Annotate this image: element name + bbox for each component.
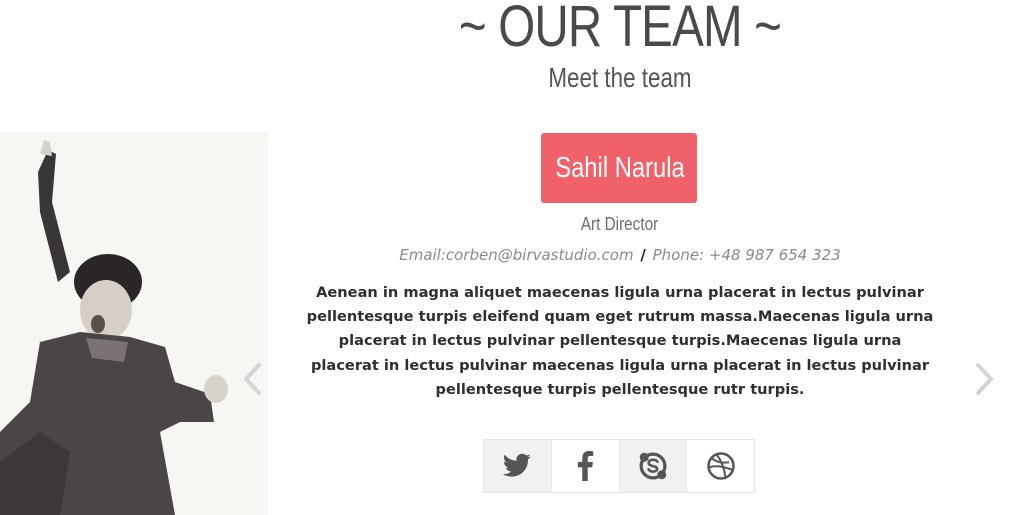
twitter-button[interactable] [484,440,552,492]
twitter-icon [503,453,532,477]
member-email[interactable]: Email:corben@birvastudio.com [399,246,633,264]
member-role-text: Art Director [581,214,659,234]
contact-separator: / [640,246,646,264]
section-title: ~ OUR TEAM ~ [458,0,782,59]
carousel-prev-button[interactable] [241,362,265,396]
section-subtitle: Meet the team [548,62,692,93]
skype-icon [639,452,667,480]
member-photo [0,132,268,515]
chevron-right-icon [976,363,993,395]
member-bio: Aenean in magna aliquet maecenas ligula … [306,284,934,398]
social-links [483,439,755,493]
dribbble-icon [706,452,735,480]
facebook-icon [577,451,594,481]
carousel-next-button[interactable] [972,362,996,396]
member-name: Sahil Narula [555,152,685,184]
member-role: Art Director [420,210,820,238]
dribbble-button[interactable] [687,440,754,492]
skype-button[interactable] [619,440,688,492]
team-section: ~ OUR TEAM ~ Meet the team Sahil Narula … [0,0,1025,515]
facebook-button[interactable] [552,440,620,492]
chevron-left-icon [244,363,261,395]
member-name-button[interactable]: Sahil Narula [541,133,697,203]
member-contact: Email:corben@birvastudio.com / Phone: +4… [300,243,940,267]
member-phone: Phone: +48 987 654 323 [652,246,841,264]
